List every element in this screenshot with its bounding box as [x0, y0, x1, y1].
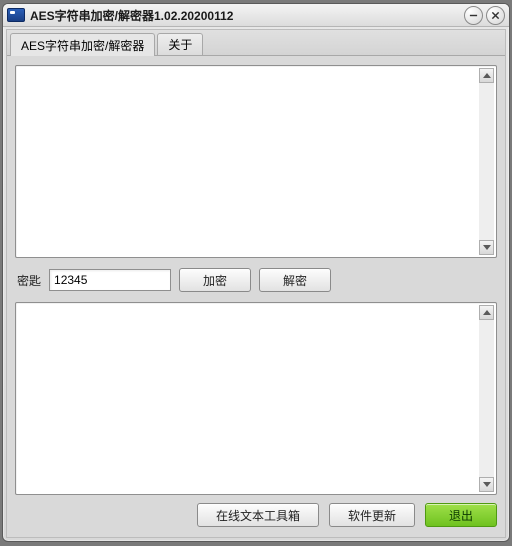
chevron-down-icon — [483, 245, 491, 250]
output-scrollbar[interactable] — [479, 305, 494, 492]
chevron-up-icon — [483, 73, 491, 78]
tab-main-label: AES字符串加密/解密器 — [21, 37, 144, 54]
key-row: 密匙 加密 解密 — [15, 258, 497, 302]
close-icon — [491, 11, 500, 20]
decrypt-button[interactable]: 解密 — [259, 268, 331, 292]
main-panel: 密匙 加密 解密 — [15, 65, 497, 495]
app-icon — [7, 8, 25, 22]
tab-main[interactable]: AES字符串加密/解密器 — [10, 33, 155, 56]
scroll-up-button[interactable] — [479, 68, 494, 83]
titlebar[interactable]: AES字符串加密/解密器1.02.20200112 — [3, 4, 509, 27]
chevron-down-icon — [483, 482, 491, 487]
tab-strip: AES字符串加密/解密器 关于 — [7, 30, 505, 56]
scroll-track[interactable] — [479, 320, 494, 477]
minimize-button[interactable] — [464, 6, 483, 25]
encrypt-button[interactable]: 加密 — [179, 268, 251, 292]
output-textarea[interactable] — [18, 305, 482, 496]
tab-about[interactable]: 关于 — [157, 33, 203, 55]
key-input[interactable] — [49, 269, 171, 291]
online-toolbox-button[interactable]: 在线文本工具箱 — [197, 503, 319, 527]
tab-about-label: 关于 — [168, 36, 192, 53]
scroll-down-button[interactable] — [479, 477, 494, 492]
scroll-track[interactable] — [479, 83, 494, 240]
output-text-wrap — [15, 302, 497, 495]
app-window: AES字符串加密/解密器1.02.20200112 AES字符串加密/解密器 关… — [2, 3, 510, 542]
update-label: 软件更新 — [348, 509, 396, 523]
window-title: AES字符串加密/解密器1.02.20200112 — [30, 7, 461, 24]
input-text-wrap — [15, 65, 497, 258]
exit-button[interactable]: 退出 — [425, 503, 497, 527]
toolbox-label: 在线文本工具箱 — [216, 509, 300, 523]
exit-label: 退出 — [449, 509, 473, 523]
minimize-icon — [469, 11, 478, 20]
encrypt-label: 加密 — [203, 274, 227, 288]
input-scrollbar[interactable] — [479, 68, 494, 255]
key-label: 密匙 — [17, 272, 41, 289]
scroll-up-button[interactable] — [479, 305, 494, 320]
chevron-up-icon — [483, 310, 491, 315]
software-update-button[interactable]: 软件更新 — [329, 503, 415, 527]
decrypt-label: 解密 — [283, 274, 307, 288]
footer-bar: 在线文本工具箱 软件更新 退出 — [15, 501, 497, 529]
client-area: AES字符串加密/解密器 关于 密匙 加密 解密 — [6, 29, 506, 538]
scroll-down-button[interactable] — [479, 240, 494, 255]
input-textarea[interactable] — [18, 68, 482, 259]
close-button[interactable] — [486, 6, 505, 25]
